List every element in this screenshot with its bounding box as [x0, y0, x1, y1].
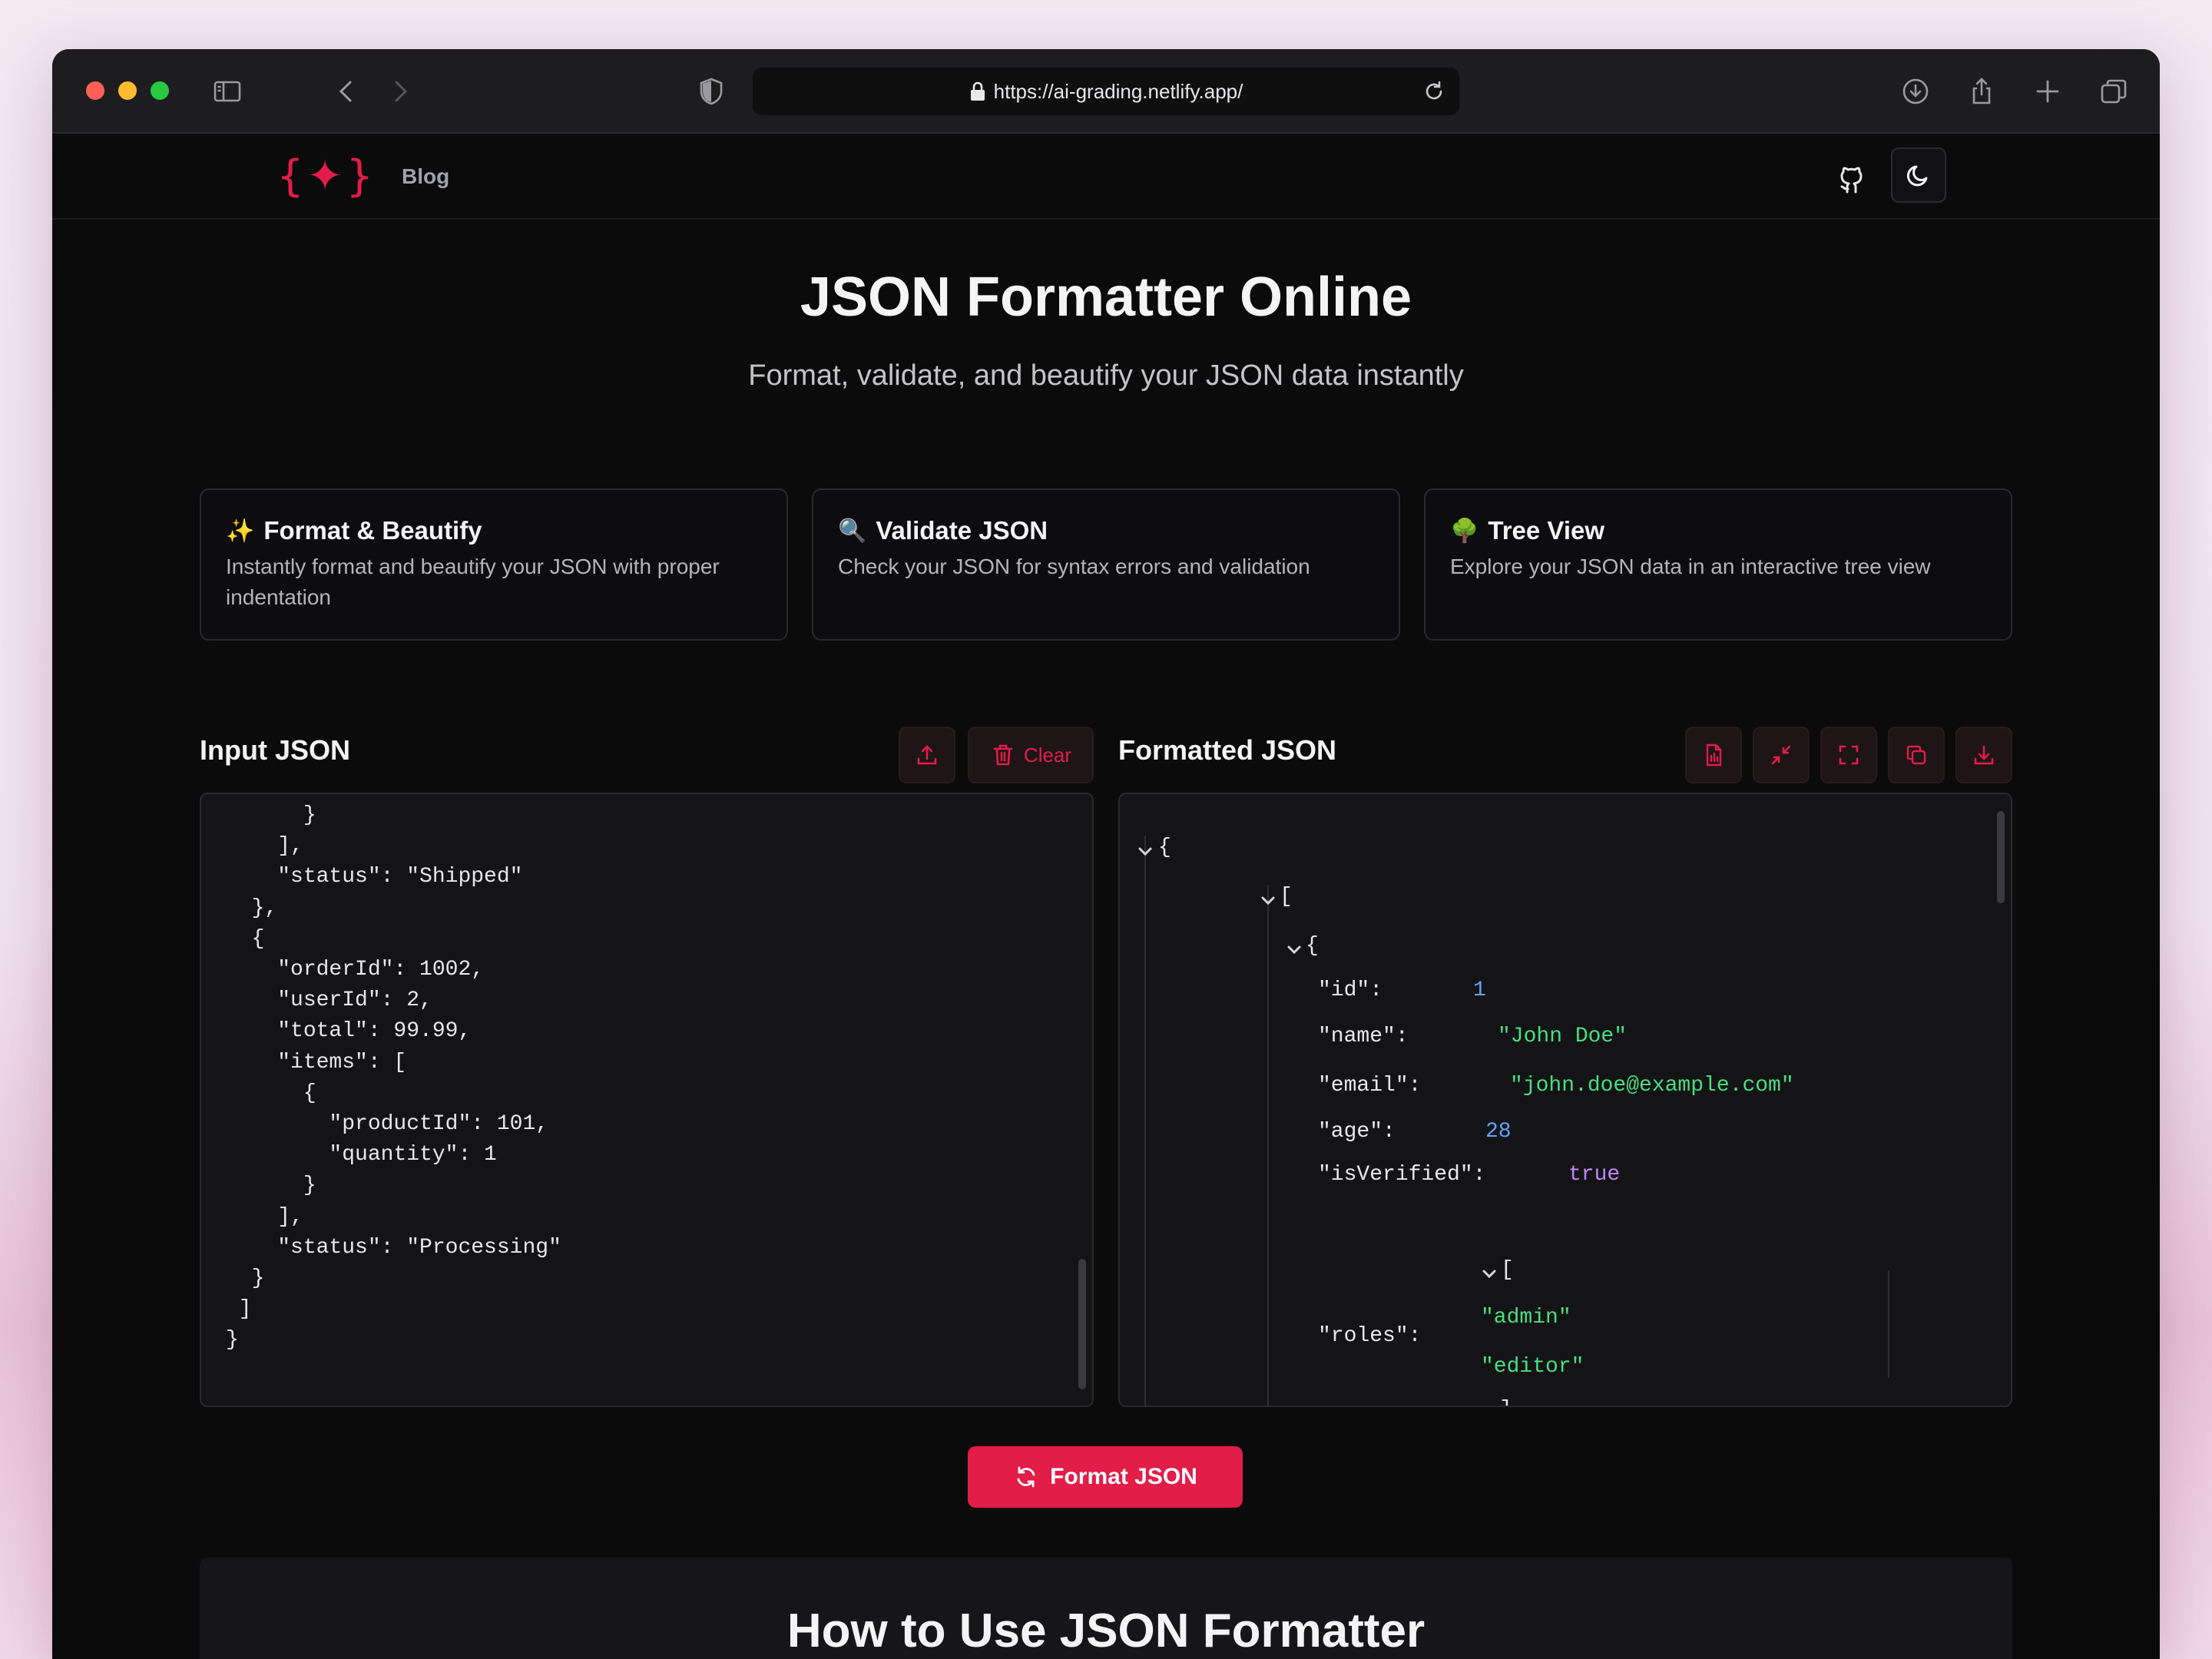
address-bar[interactable]: https://ai-grading.netlify.app/: [753, 68, 1459, 115]
download-icon: [1974, 745, 1994, 765]
site-header: {✦} Blog: [52, 134, 2160, 220]
downloads-icon[interactable]: [1899, 75, 1932, 108]
how-to-title: How to Use JSON Formatter: [786, 1604, 1426, 1657]
sparkles-icon: ✨: [226, 517, 255, 545]
download-button[interactable]: [1955, 727, 2012, 783]
tree-value: true: [1568, 1163, 1621, 1187]
feature-card-format: ✨ Format & Beautify Instantly format and …: [200, 488, 788, 641]
tree-key: "isVerified":: [1318, 1163, 1486, 1187]
input-editor[interactable]: } ], "status": "Shipped" }, { "orderId":…: [200, 793, 1094, 1407]
browser-toolbar: https://ai-grading.netlify.app/: [52, 49, 2160, 134]
feature-title: Tree View: [1488, 516, 1605, 545]
format-json-button[interactable]: Format JSON: [968, 1446, 1243, 1508]
site-logo[interactable]: {✦}: [276, 151, 376, 203]
tree-icon: 🌳: [1450, 517, 1479, 545]
tree-brace: {: [1158, 836, 1171, 859]
new-tab-icon[interactable]: [2031, 75, 2065, 108]
clear-label: Clear: [1023, 743, 1072, 767]
input-scrollbar[interactable]: [1078, 1259, 1086, 1389]
copy-button[interactable]: [1888, 727, 1945, 783]
feature-title: Format & Beautify: [263, 516, 482, 545]
forward-icon[interactable]: [382, 75, 416, 108]
back-icon[interactable]: [330, 75, 364, 108]
collapse-button[interactable]: [1753, 727, 1810, 783]
chevron-down-icon[interactable]: [1284, 940, 1304, 960]
feature-card-tree: 🌳 Tree View Explore your JSON data in an …: [1424, 488, 2012, 641]
tree-bracket: [: [1501, 1258, 1514, 1282]
tab-overview-icon[interactable]: [2097, 75, 2131, 108]
upload-icon: [917, 745, 937, 765]
github-icon[interactable]: [1834, 161, 1869, 197]
tree-value: "john.doe@example.com": [1510, 1074, 1794, 1098]
fullscreen-button[interactable]: [1820, 727, 1877, 783]
tree-key: "id":: [1318, 979, 1383, 1002]
output-scrollbar[interactable]: [1997, 811, 2005, 903]
blog-link[interactable]: Blog: [402, 164, 449, 189]
url-text: https://ai-grading.netlify.app/: [993, 79, 1243, 103]
feature-description: Explore your JSON data in an interactive…: [1450, 555, 1931, 578]
chevron-down-icon[interactable]: [1135, 842, 1155, 862]
tree-value: 28: [1485, 1120, 1512, 1144]
feature-description: Check your JSON for syntax errors and va…: [838, 555, 1310, 578]
tree-value: "John Doe": [1498, 1025, 1628, 1048]
input-panel-title: Input JSON: [200, 734, 350, 766]
file-icon: [1706, 743, 1722, 767]
magnifier-icon: 🔍: [838, 517, 867, 545]
theme-toggle-button[interactable]: [1891, 147, 1946, 203]
page-title: JSON Formatter Online: [800, 267, 1412, 328]
tree-key: "age":: [1318, 1120, 1396, 1144]
sidebar-toggle-icon[interactable]: [210, 75, 244, 108]
view-mode-button[interactable]: [1685, 727, 1742, 783]
upload-button[interactable]: [899, 727, 955, 783]
fullscreen-icon: [1839, 745, 1859, 765]
minimize-window-button[interactable]: [118, 81, 137, 100]
trash-icon: [993, 744, 1013, 766]
output-tree-view[interactable]: { [ { "id": 1 "name": "John Doe" "email"…: [1118, 793, 2012, 1407]
tree-bracket: [: [1280, 885, 1293, 909]
lock-icon: [970, 81, 985, 101]
minimize-arrows-icon: [1771, 745, 1791, 765]
input-code[interactable]: } ], "status": "Shipped" }, { "orderId":…: [226, 800, 561, 1356]
share-icon[interactable]: [1965, 75, 1998, 108]
tree-key: "email":: [1318, 1074, 1422, 1098]
feature-title: Validate JSON: [876, 516, 1048, 545]
browser-window: https://ai-grading.netlify.app/ {✦} Blog…: [52, 49, 2160, 1659]
maximize-window-button[interactable]: [151, 81, 169, 100]
format-json-label: Format JSON: [1050, 1464, 1197, 1489]
output-panel-title: Formatted JSON: [1118, 734, 1337, 766]
tree-bracket: ]: [1499, 1398, 1512, 1406]
tree-value: "editor": [1481, 1355, 1584, 1379]
tree-brace: {: [1306, 934, 1319, 958]
privacy-shield-icon[interactable]: [694, 75, 728, 108]
tree-key: "roles":: [1318, 1324, 1422, 1348]
reload-icon[interactable]: [1421, 78, 1447, 104]
refresh-icon: [1017, 1466, 1035, 1488]
tree-value: 1: [1473, 979, 1486, 1002]
copy-icon: [1906, 745, 1926, 765]
clear-button[interactable]: Clear: [968, 727, 1094, 783]
chevron-down-icon[interactable]: [1258, 891, 1278, 911]
tree-key: "name":: [1318, 1025, 1409, 1048]
feature-card-validate: 🔍 Validate JSON Check your JSON for synta…: [812, 488, 1400, 641]
how-to-section: How to Use JSON Formatter: [200, 1558, 2012, 1659]
close-window-button[interactable]: [86, 81, 104, 100]
chevron-down-icon[interactable]: [1479, 1264, 1499, 1284]
tree-value: "admin": [1481, 1306, 1571, 1330]
page-subtitle: Format, validate, and beautify your JSON…: [748, 359, 1464, 392]
feature-description: Instantly format and beautify your JSON …: [226, 555, 720, 609]
moon-icon: [1906, 165, 1928, 187]
